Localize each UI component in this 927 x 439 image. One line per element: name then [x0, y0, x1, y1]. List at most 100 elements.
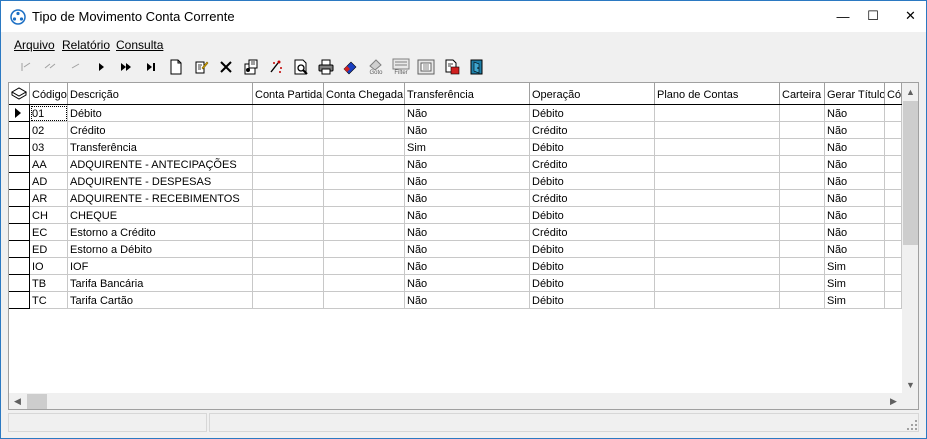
edit-record-button[interactable]: [191, 57, 211, 77]
cell-conta-chegada: [324, 241, 405, 258]
cell-operacao: Débito: [530, 292, 655, 309]
maximize-icon: ☐: [867, 8, 879, 23]
properties-button[interactable]: [241, 57, 261, 77]
cell-conta-chegada: [324, 190, 405, 207]
first-record-button[interactable]: [16, 57, 36, 77]
table-row[interactable]: TC Tarifa Cartão Não Débito Sim: [9, 292, 902, 309]
cell-plano-contas: [655, 224, 780, 241]
vertical-scrollbar[interactable]: ▲ ▼: [902, 83, 918, 393]
minimize-button[interactable]: —: [828, 1, 858, 31]
prior-page-button[interactable]: [40, 57, 60, 77]
row-indicator[interactable]: [9, 258, 30, 275]
table-row[interactable]: AA ADQUIRENTE - ANTECIPAÇÕES Não Crédito Não: [9, 156, 902, 173]
select-all-cell[interactable]: [9, 83, 30, 104]
col-header-carteira[interactable]: Carteira: [780, 83, 825, 104]
col-header-conta-partida[interactable]: Conta Partida: [253, 83, 324, 104]
menu-consulta[interactable]: Consulta: [116, 38, 163, 52]
goto-button[interactable]: Goto: [366, 57, 386, 77]
row-indicator[interactable]: [9, 224, 30, 241]
scroll-corner: [902, 393, 918, 409]
row-indicator[interactable]: [9, 156, 30, 173]
exit-button[interactable]: [467, 57, 487, 77]
filter-off-button[interactable]: [416, 57, 436, 77]
cell-codigo: TB: [30, 275, 68, 292]
title-bar[interactable]: Tipo de Movimento Conta Corrente — ☐ ✕: [1, 1, 926, 32]
cell-gerar-titulo: Não: [825, 105, 885, 122]
next-page-button[interactable]: [116, 57, 136, 77]
row-indicator[interactable]: [9, 139, 30, 156]
row-indicator[interactable]: [9, 275, 30, 292]
row-indicator[interactable]: [9, 190, 30, 207]
resize-grip-icon[interactable]: [906, 419, 918, 431]
prior-record-button[interactable]: [65, 57, 85, 77]
new-record-button[interactable]: [166, 57, 186, 77]
table-row[interactable]: CH CHEQUE Não Débito Não: [9, 207, 902, 224]
cell-gerar-titulo: Sim: [825, 275, 885, 292]
col-header-codigo[interactable]: Código: [30, 83, 68, 104]
cell-cod: [885, 224, 902, 241]
table-row[interactable]: 03 Transferência Sim Débito Não: [9, 139, 902, 156]
toolbar: Goto Filter: [1, 54, 926, 81]
cell-operacao: Débito: [530, 258, 655, 275]
search-tool-button[interactable]: [266, 57, 286, 77]
row-indicator[interactable]: [9, 207, 30, 224]
table-row[interactable]: ED Estorno a Débito Não Débito Não: [9, 241, 902, 258]
last-record-button[interactable]: [141, 57, 161, 77]
exit-icon: [470, 59, 483, 75]
filter-button[interactable]: Filter: [391, 57, 411, 77]
table-row[interactable]: IO IOF Não Débito Sim: [9, 258, 902, 275]
table-row[interactable]: AR ADQUIRENTE - RECEBIMENTOS Não Crédito Não: [9, 190, 902, 207]
col-header-descricao[interactable]: Descrição: [68, 83, 253, 104]
menu-arquivo[interactable]: Arquivo: [14, 38, 55, 52]
scroll-down-button[interactable]: ▼: [902, 376, 918, 393]
maximize-button[interactable]: ☐: [858, 1, 888, 31]
book-icon: [10, 87, 28, 100]
table-row[interactable]: 02 Crédito Não Crédito Não: [9, 122, 902, 139]
print-button[interactable]: [316, 57, 336, 77]
horizontal-scroll-thumb[interactable]: [27, 394, 47, 409]
cell-conta-partida: [253, 292, 324, 309]
scroll-left-button[interactable]: ◀: [9, 393, 26, 409]
table-row[interactable]: AD ADQUIRENTE - DESPESAS Não Débito Não: [9, 173, 902, 190]
vertical-scroll-thumb[interactable]: [903, 101, 918, 245]
next-record-button[interactable]: [91, 57, 111, 77]
eraser-button[interactable]: [341, 57, 361, 77]
col-header-operacao[interactable]: Operação: [530, 83, 655, 104]
status-panel-1: [8, 413, 207, 432]
cell-cod: [885, 190, 902, 207]
table-row[interactable]: EC Estorno a Crédito Não Crédito Não: [9, 224, 902, 241]
delete-record-button[interactable]: [216, 57, 236, 77]
col-header-cod[interactable]: Cód: [885, 83, 902, 104]
col-header-conta-chegada[interactable]: Conta Chegada: [324, 83, 405, 104]
horizontal-scrollbar[interactable]: ◀ ▶: [9, 393, 902, 409]
menu-relatorio[interactable]: Relatório: [62, 38, 110, 52]
data-grid[interactable]: Código Descrição Conta Partida Conta Che…: [8, 82, 919, 410]
scroll-up-icon: ▲: [906, 86, 915, 97]
cell-cod: [885, 105, 902, 122]
cell-conta-chegada: [324, 139, 405, 156]
col-header-gerar-titulo[interactable]: Gerar Título: [825, 83, 885, 104]
cell-conta-partida: [253, 122, 324, 139]
table-row[interactable]: 01 Débito Não Débito Não: [9, 105, 902, 122]
scroll-right-icon: ▶: [890, 396, 897, 406]
cell-plano-contas: [655, 292, 780, 309]
col-header-plano-contas[interactable]: Plano de Contas: [655, 83, 780, 104]
scroll-down-icon: ▼: [906, 379, 915, 390]
col-header-transferencia[interactable]: Transferência: [405, 83, 530, 104]
row-indicator[interactable]: [9, 122, 30, 139]
cell-descricao: Tarifa Cartão: [68, 292, 253, 309]
close-button[interactable]: ✕: [895, 1, 926, 31]
cell-plano-contas: [655, 105, 780, 122]
table-row[interactable]: TB Tarifa Bancária Não Débito Sim: [9, 275, 902, 292]
cell-descricao: Débito: [68, 105, 253, 122]
cell-operacao: Crédito: [530, 122, 655, 139]
row-indicator[interactable]: [9, 105, 30, 122]
scroll-up-button[interactable]: ▲: [902, 83, 918, 100]
preview-button[interactable]: [291, 57, 311, 77]
row-indicator[interactable]: [9, 241, 30, 258]
export-button[interactable]: [442, 57, 462, 77]
row-indicator[interactable]: [9, 292, 30, 309]
next-page-icon: [121, 63, 131, 71]
scroll-right-button[interactable]: ▶: [885, 393, 902, 409]
row-indicator[interactable]: [9, 173, 30, 190]
